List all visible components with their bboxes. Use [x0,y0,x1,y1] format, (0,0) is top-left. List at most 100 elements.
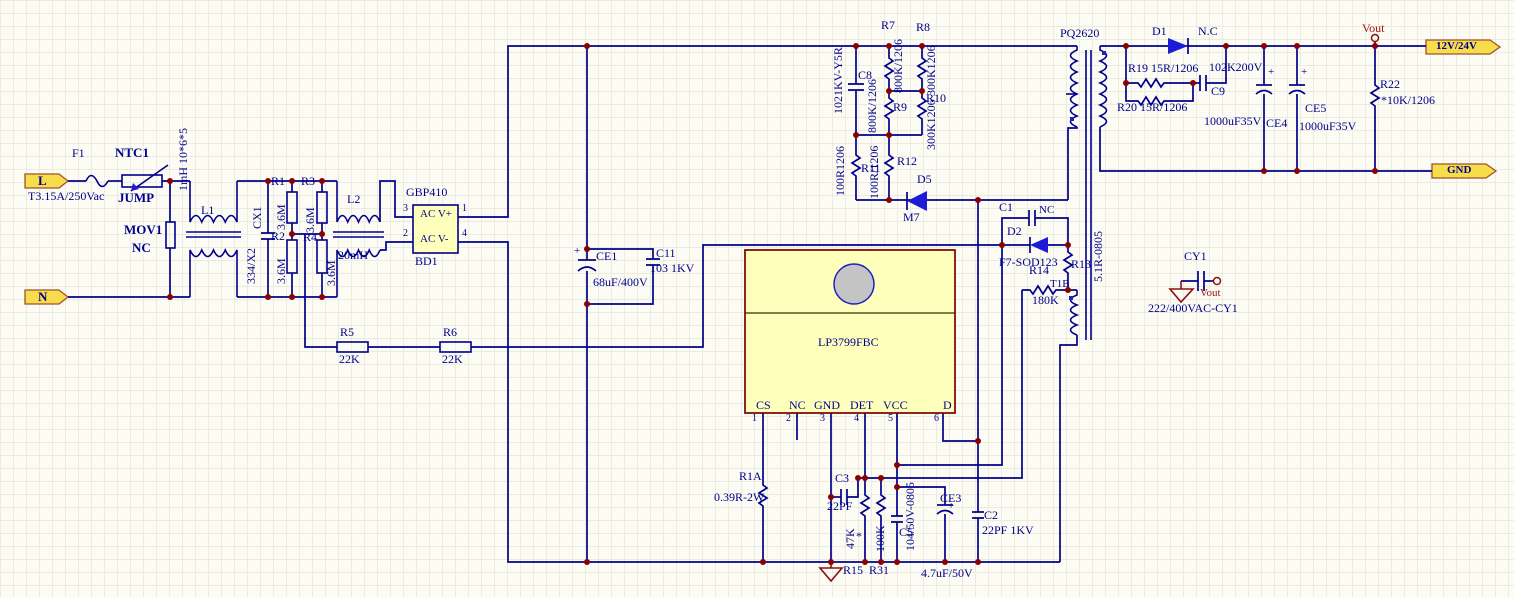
cap-ce5[interactable] [1289,85,1305,94]
diode-d2[interactable] [1030,237,1048,253]
schematic-drawing [0,0,1514,597]
r7-value: 800K/1206 [892,39,905,93]
cy1-ref: CY1 [1184,250,1207,263]
resistor-r1a[interactable] [759,413,767,562]
r5-value: 22K [339,353,360,366]
r6-ref: R6 [443,326,457,339]
ce4-ref: CE4 [1266,117,1287,130]
cap-c8[interactable] [848,84,864,90]
r8-value: 300K1206 [925,45,938,96]
port-gnd-label: GND [1447,165,1471,177]
ntc1-ref: NTC1 [115,146,149,160]
ic-name: LP3799FBC [818,336,879,349]
r14-value: 180K [1032,294,1059,307]
thermistor-ntc1[interactable] [122,165,168,191]
diode-d5[interactable] [907,191,927,211]
ce4-plus: + [1268,67,1274,79]
resistor-r12[interactable] [885,135,893,200]
resistor-r2[interactable] [287,234,297,297]
ce4-value: 1000uF35V [1204,115,1261,128]
r1a-ref: R1A [739,470,762,483]
r6-value: 22K [442,353,463,366]
r8-ref: R8 [916,21,930,34]
diode-d1[interactable] [1168,38,1188,54]
varistor-mov1[interactable] [166,181,175,297]
l1-ref: L1 [201,204,214,217]
cap-c2[interactable] [972,512,984,518]
cy1-value: 222/400VAC-CY1 [1148,302,1238,315]
ic-pin-vcc: VCC [883,399,908,412]
ic-pin-det: DET [850,399,873,412]
cap-ce4[interactable] [1256,85,1272,94]
ic-pin-nc: NC [789,399,806,412]
cap-c9[interactable] [1200,75,1206,91]
resistor-r6[interactable] [440,342,471,352]
ic-lp3799fbc[interactable] [745,250,955,413]
cap-ce1[interactable] [578,260,596,271]
ce3-value: 4.7uF/50V [921,567,973,580]
choke-l2[interactable] [333,181,413,297]
f1-ref: F1 [72,147,85,160]
ntc1-value: JUMP [118,191,154,205]
vout-top-label: Vout [1362,22,1384,35]
ce1-value: 68uF/400V [593,276,648,289]
cap-c5[interactable] [891,516,903,522]
bd1-ac-minus: AC V- [420,234,448,246]
r31-star: * [856,530,862,543]
choke-l1[interactable] [186,181,241,297]
ic-pin-3-num: 3 [820,414,825,425]
bd1-ref: BD1 [415,255,438,268]
c2-ref: C2 [984,509,998,522]
c9-ref: C9 [1211,85,1225,98]
r11-value: 100R1206 [834,146,847,196]
r4-value: 3.6M [325,260,338,286]
ground-symbol-cy1 [1170,281,1193,302]
fuse-f1[interactable] [86,176,108,187]
c3-ref: C3 [835,472,849,485]
bd1-pin1: 1 [462,204,467,215]
resistor-r1[interactable] [287,181,297,234]
resistor-r19[interactable] [1126,79,1193,87]
cy1-vout-label: Vout [1200,288,1221,300]
vout-terminal-cy1[interactable] [1214,278,1221,285]
vout-terminal-top[interactable] [1372,35,1379,42]
port-live-label: L [38,174,47,188]
r12-ref: R12 [897,155,917,168]
ic-pin-gnd: GND [814,399,840,412]
cx1-ref: CX1 [251,206,264,229]
cap-c1[interactable] [1029,210,1035,226]
l1-value: 1mH 10*6*5 [177,128,190,191]
r9-value: 800K/1206 [866,79,879,133]
r7-ref: R7 [881,19,895,32]
c11-value: 103 1KV [650,262,694,275]
ce5-ref: CE5 [1305,102,1326,115]
d5-ref: D5 [917,173,932,186]
r22-ref: R22 [1380,78,1400,91]
port-output-label: 12V/24V [1436,41,1477,53]
r4-ref: R4 [303,231,317,244]
resistor-r15[interactable] [861,478,869,562]
resistor-r9[interactable] [885,91,893,135]
c9-value: 102K200V [1209,61,1262,74]
resistor-r22[interactable] [1371,46,1379,171]
f1-value: T3.15A/250Vac [28,190,104,203]
ce5-value: 1000uF35V [1299,120,1356,133]
r31-value: 100K [874,525,887,552]
ic-pin-4-num: 4 [854,414,859,425]
ce3-plus: + [948,501,954,513]
ce1-ref: CE1 [596,250,617,263]
mov1-ref: MOV1 [124,223,162,237]
r20-label: R20 15R/1206 [1117,101,1187,114]
d1-ref: D1 [1152,25,1167,38]
transformer-name: PQ2620 [1060,27,1099,40]
ic-pin-6-num: 6 [934,414,939,425]
resistor-r5[interactable] [337,342,368,352]
l2-ref: L2 [347,193,360,206]
r3-ref: R3 [301,175,315,188]
resistor-r11[interactable] [852,135,860,200]
resistor-r3[interactable] [317,181,327,234]
l2-value: 20mH [338,249,368,262]
schematic-canvas: L N 12V/24V GND F1 T3.15A/250Vac NTC1 JU… [0,0,1514,597]
c8-value: 1021KV-Y5R [832,47,845,114]
bd1-pin3: 3 [403,204,408,215]
